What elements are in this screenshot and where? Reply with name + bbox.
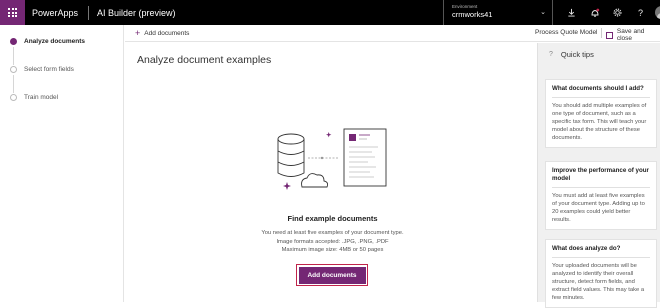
download-icon[interactable] <box>560 8 583 17</box>
environment-label: Environment <box>452 4 478 9</box>
command-separator <box>601 28 602 38</box>
step-train-model[interactable]: Train model <box>10 94 58 101</box>
document-icon <box>343 128 387 187</box>
step-indicator <box>10 66 17 73</box>
tip-title: What does analyze do? <box>552 245 650 258</box>
formats-text: Image formats accepted: .JPG, .PNG, .PDF <box>276 238 389 245</box>
save-and-close-label: Save and close <box>616 28 645 42</box>
tip-title: Improve the performance of your model <box>552 167 650 188</box>
quick-tips-title: Quick tips <box>560 50 594 59</box>
size-limit-text: Maximum image size: 4MB or 50 pages <box>281 247 384 253</box>
environment-picker[interactable]: Environment crmworks41 ⌄ <box>443 0 553 25</box>
top-bar: PowerApps AI Builder (preview) Environme… <box>0 0 660 25</box>
add-documents-command-label: Add documents <box>144 29 190 37</box>
quick-tips-header: ? Quick tips <box>549 50 594 59</box>
step-label: Analyze documents <box>24 38 86 45</box>
page-title: Analyze document examples <box>137 54 272 66</box>
add-documents-command[interactable]: + Add documents <box>135 28 189 38</box>
tip-body: You must add at least five examples of y… <box>552 193 645 223</box>
quick-tips-panel: ? Quick tips What documents should I add… <box>537 43 660 308</box>
step-label: Train model <box>24 94 59 101</box>
settings-icon[interactable] <box>606 8 629 17</box>
step-indicator <box>10 38 17 45</box>
notification-icon[interactable] <box>583 8 606 18</box>
product-name: AI Builder (preview) <box>97 7 176 18</box>
step-analyze-documents[interactable]: Analyze documents <box>10 38 85 45</box>
help-icon[interactable]: ? <box>629 8 652 18</box>
document-illustration <box>277 128 387 190</box>
model-name: Process Quote Model <box>535 29 598 36</box>
user-avatar[interactable] <box>655 6 660 19</box>
step-connector <box>13 47 14 65</box>
save-icon <box>606 31 613 39</box>
plus-icon: + <box>135 28 141 38</box>
tip-title: What documents should I add? <box>552 85 650 98</box>
add-documents-button[interactable]: Add documents <box>296 264 368 286</box>
environment-value: crmworks41 <box>452 10 493 19</box>
question-icon: ? <box>549 51 553 58</box>
tip-card: What documents should I add? You should … <box>545 79 657 148</box>
chevron-down-icon: ⌄ <box>540 9 546 16</box>
tip-body: Your uploaded documents will be analyzed… <box>552 263 645 301</box>
app-name[interactable]: PowerApps <box>32 8 88 18</box>
waffle-icon[interactable] <box>0 0 25 25</box>
step-label: Select form fields <box>24 66 74 73</box>
save-and-close-button[interactable]: Save and close <box>606 28 660 42</box>
find-documents-description: You need at least five examples of your … <box>200 229 465 255</box>
step-select-form-fields[interactable]: Select form fields <box>10 66 74 73</box>
step-indicator <box>10 94 17 101</box>
top-icons: ? <box>560 0 660 25</box>
tip-card: Improve the performance of your model Yo… <box>545 161 657 230</box>
requirement-text: You need at least five examples of your … <box>261 230 404 236</box>
cloud-icon <box>301 173 329 188</box>
step-connector <box>13 75 14 93</box>
tip-body: You should add multiple examples of one … <box>552 103 647 141</box>
find-documents-title: Find example documents <box>287 214 378 223</box>
tip-card: What does analyze do? Your uploaded docu… <box>545 239 657 308</box>
add-documents-button-label: Add documents <box>298 266 366 284</box>
header-divider <box>88 5 89 20</box>
step-navigation: Analyze documents Select form fields Tra… <box>0 25 124 302</box>
command-bar: + Add documents Process Quote Model Save… <box>125 25 660 42</box>
database-icon <box>277 133 305 177</box>
